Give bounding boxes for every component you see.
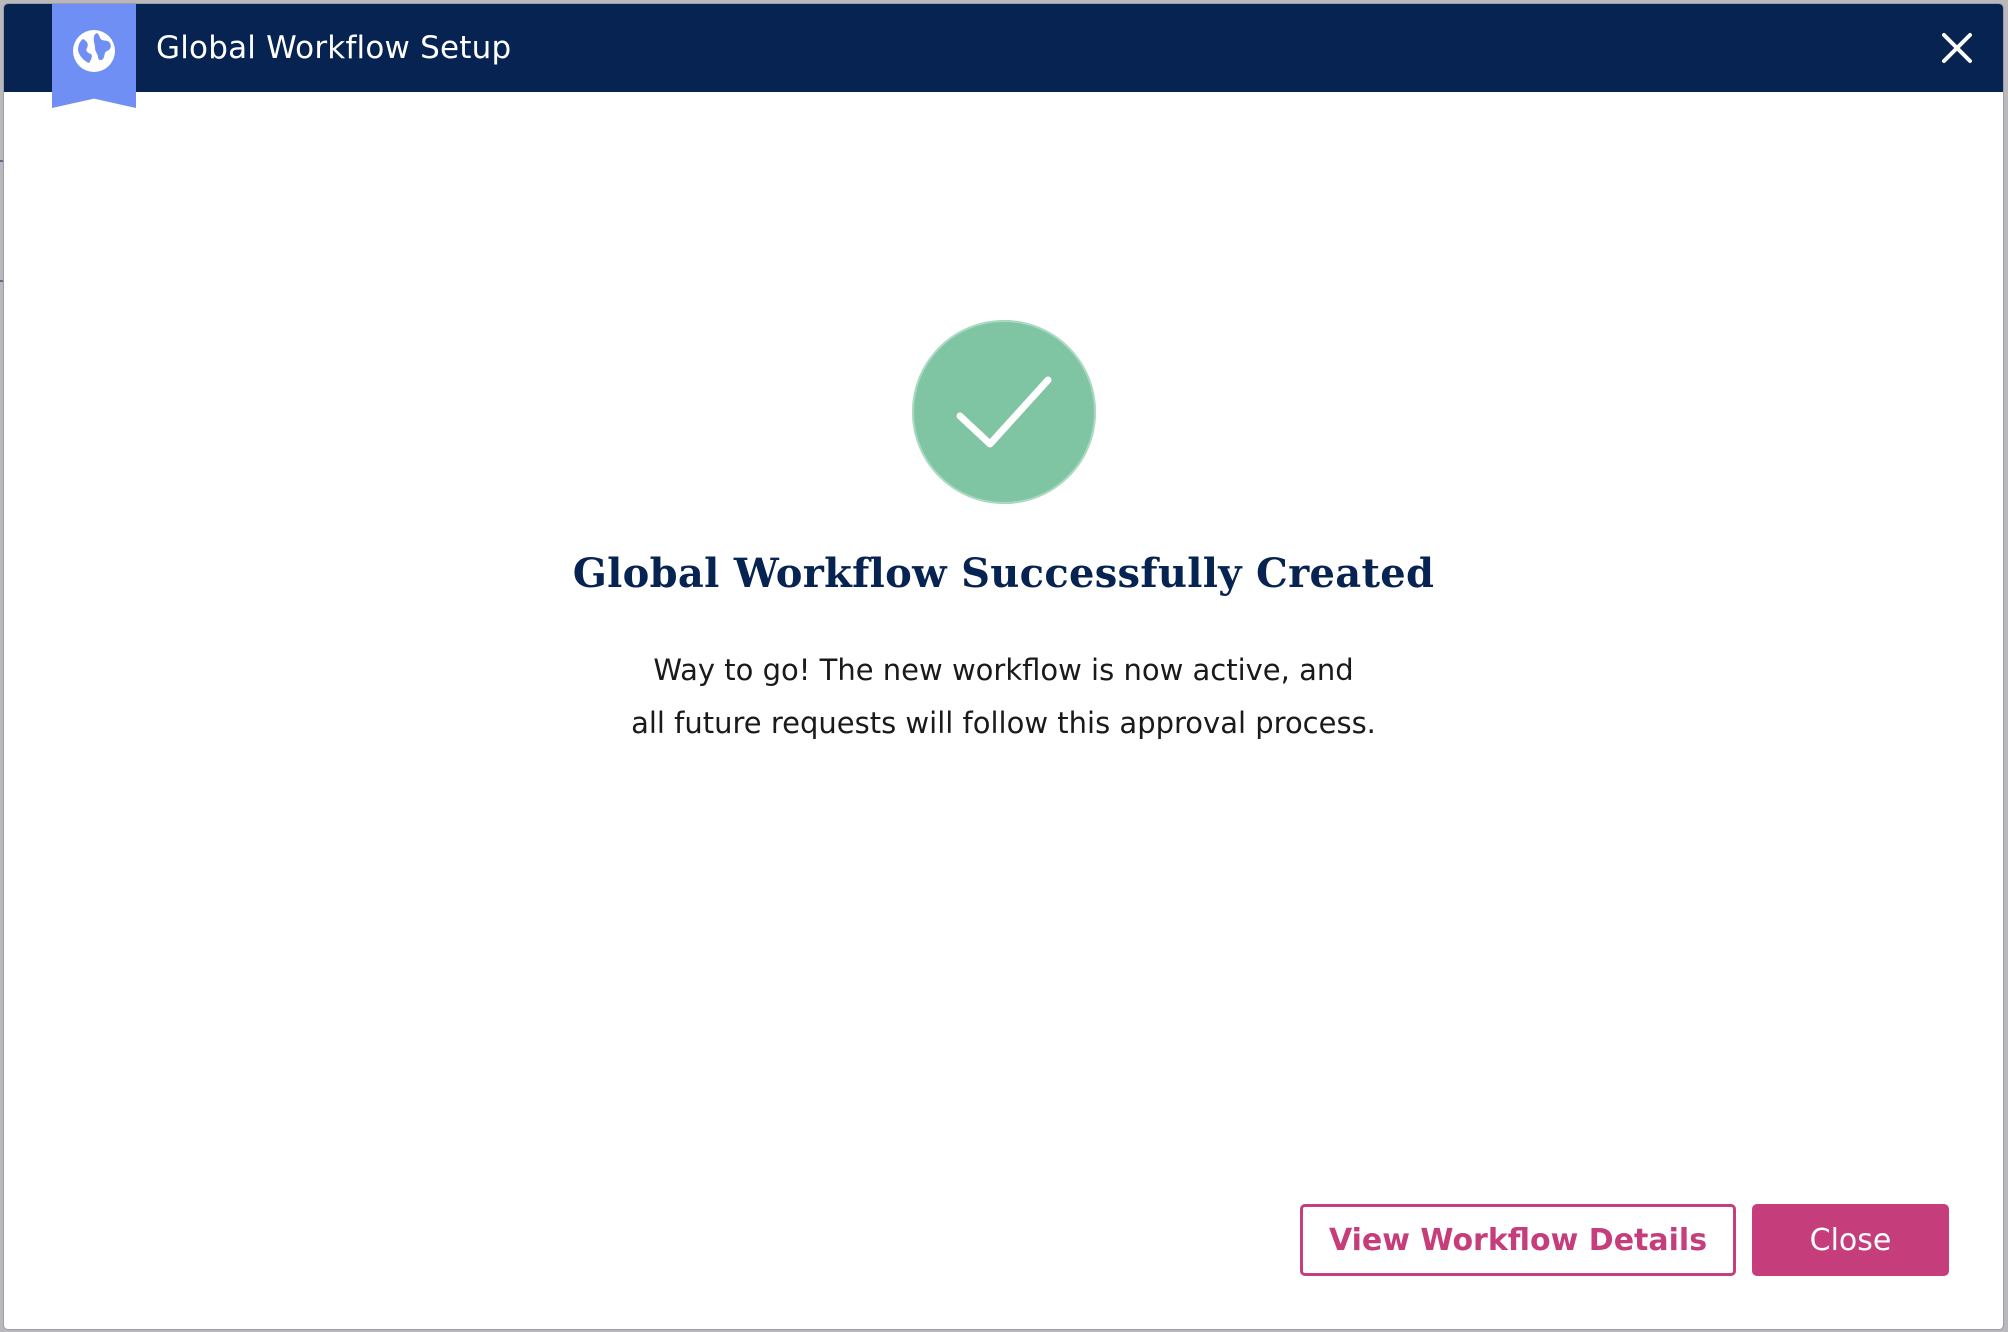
dialog-title: Global Workflow Setup: [156, 30, 512, 66]
success-heading: Global Workflow Successfully Created: [572, 550, 1435, 597]
dialog-header: Global Workflow Setup: [4, 4, 2003, 108]
checkmark-icon: [956, 376, 1052, 448]
success-check-badge: [912, 320, 1096, 504]
success-message-line: Way to go! The new workflow is now activ…: [653, 653, 1354, 687]
view-workflow-details-button[interactable]: View Workflow Details: [1300, 1204, 1736, 1276]
dialog-footer: View Workflow Details Close: [1300, 1204, 1949, 1276]
close-icon: [1942, 33, 1972, 63]
header-badge: [52, 4, 136, 108]
success-message: Way to go! The new workflow is now activ…: [4, 644, 2003, 750]
close-button[interactable]: Close: [1752, 1204, 1949, 1276]
workflow-success-dialog: Global Workflow Setup Global Workflow Su…: [4, 4, 2003, 1329]
globe-icon: [73, 30, 115, 72]
success-message-line: all future requests will follow this app…: [631, 706, 1376, 740]
close-dialog-button[interactable]: [1935, 26, 1979, 70]
